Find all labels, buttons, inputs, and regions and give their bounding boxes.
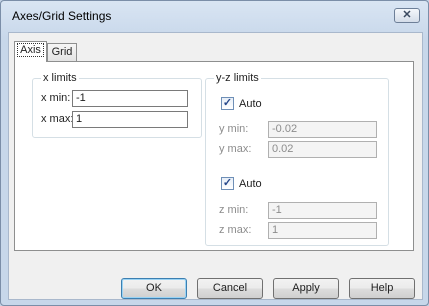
- cancel-button[interactable]: Cancel: [197, 278, 263, 299]
- dialog-window: Axes/Grid Settings ✕ Axis Grid x limits …: [0, 0, 429, 306]
- checkmark-icon: ✓: [222, 97, 233, 109]
- x-min-label: x min:: [41, 92, 71, 104]
- close-button[interactable]: ✕: [394, 8, 420, 23]
- y-auto-label[interactable]: Auto: [239, 98, 262, 110]
- x-max-label: x max:: [41, 113, 74, 125]
- help-button[interactable]: Help: [349, 278, 415, 299]
- yz-limits-group: y-z limits ✓ Auto y min: -0.02 y max: 0.…: [205, 72, 389, 246]
- z-max-field[interactable]: 1: [268, 222, 377, 239]
- z-min-field[interactable]: -1: [268, 202, 377, 219]
- x-max-field[interactable]: 1: [72, 111, 188, 128]
- yz-limits-title: y-z limits: [214, 72, 261, 84]
- title-bar[interactable]: Axes/Grid Settings ✕: [1, 1, 428, 31]
- dialog-client-area: Axis Grid x limits x min: -1 x max: 1 y-…: [8, 32, 423, 300]
- x-min-field[interactable]: -1: [72, 90, 188, 107]
- x-limits-title: x limits: [41, 72, 79, 84]
- z-max-label: z max:: [219, 224, 252, 236]
- tab-grid[interactable]: Grid: [47, 43, 77, 61]
- window-title: Axes/Grid Settings: [12, 9, 112, 23]
- y-max-label: y max:: [219, 143, 252, 155]
- ok-button[interactable]: OK: [121, 278, 187, 299]
- y-max-field[interactable]: 0.02: [268, 141, 377, 158]
- y-auto-checkbox[interactable]: ✓: [221, 97, 234, 110]
- tab-axis[interactable]: Axis: [14, 41, 47, 62]
- axis-tab-panel: x limits x min: -1 x max: 1 y-z limits ✓…: [14, 61, 414, 251]
- z-auto-label[interactable]: Auto: [239, 178, 262, 190]
- tab-axis-label: Axis: [17, 43, 44, 57]
- checkmark-icon: ✓: [222, 177, 233, 189]
- apply-button[interactable]: Apply: [273, 278, 339, 299]
- x-limits-group: x limits x min: -1 x max: 1: [32, 72, 202, 138]
- z-min-label: z min:: [219, 204, 249, 216]
- tab-grid-label: Grid: [51, 46, 73, 58]
- z-auto-checkbox[interactable]: ✓: [221, 177, 234, 190]
- y-min-label: y min:: [219, 123, 249, 135]
- y-min-field[interactable]: -0.02: [268, 121, 377, 138]
- close-icon: ✕: [402, 9, 412, 21]
